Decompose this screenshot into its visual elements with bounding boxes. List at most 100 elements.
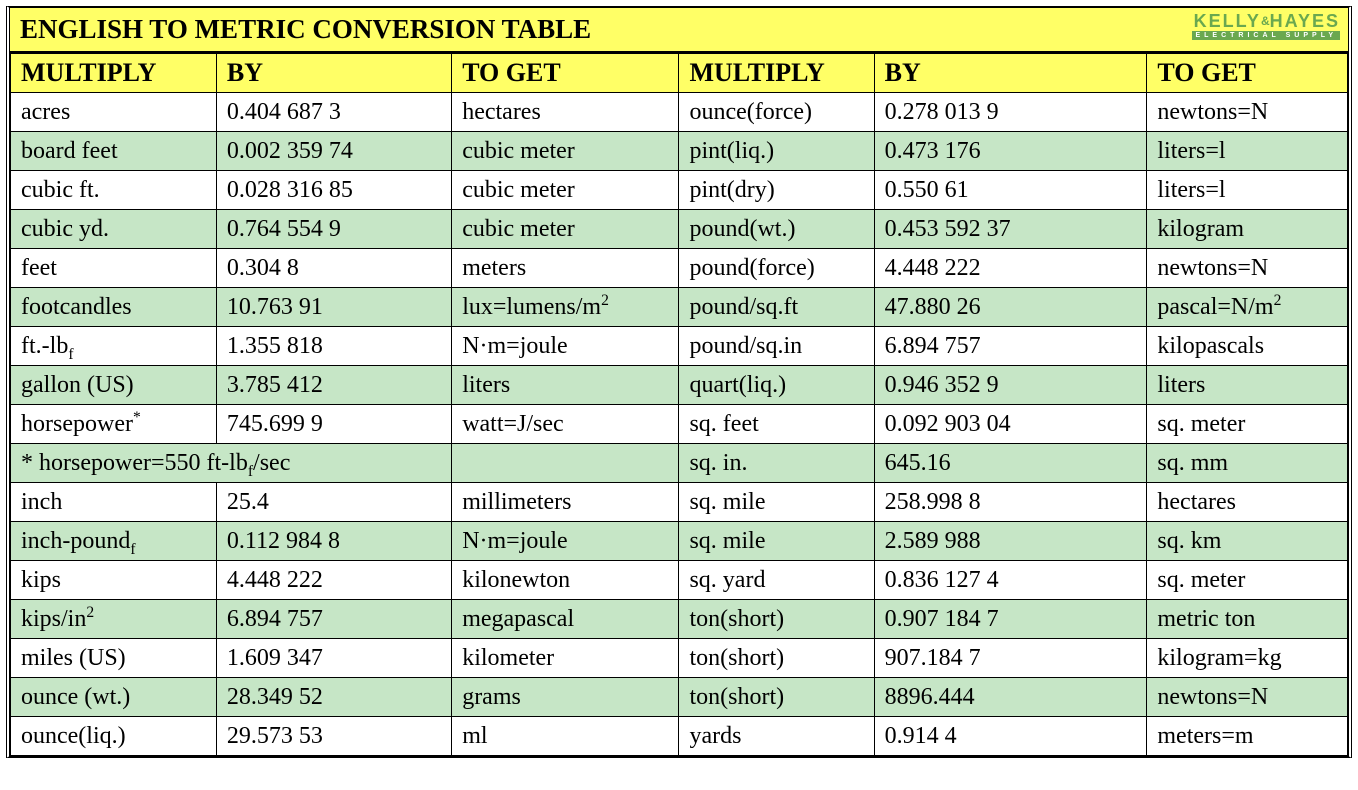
table-row: feet0.304 8meterspound(force)4.448 222ne… xyxy=(11,249,1348,288)
table-cell: 1.609 347 xyxy=(216,639,451,678)
table-cell: kilometer xyxy=(452,639,679,678)
table-cell: cubic meter xyxy=(452,210,679,249)
table-cell: sq. km xyxy=(1147,522,1348,561)
table-cell: sq. in. xyxy=(679,444,874,483)
table-cell: megapascal xyxy=(452,600,679,639)
table-row: board feet0.002 359 74cubic meterpint(li… xyxy=(11,132,1348,171)
table-cell: 3.785 412 xyxy=(216,366,451,405)
table-row: inch-poundf0.112 984 8N·m=joulesq. mile2… xyxy=(11,522,1348,561)
table-cell: 258.998 8 xyxy=(874,483,1147,522)
table-cell: cubic ft. xyxy=(11,171,217,210)
table-cell: metric ton xyxy=(1147,600,1348,639)
table-cell: kilogram=kg xyxy=(1147,639,1348,678)
table-row: cubic ft.0.028 316 85cubic meterpint(dry… xyxy=(11,171,1348,210)
table-cell: 0.914 4 xyxy=(874,717,1147,756)
table-cell: 0.112 984 8 xyxy=(216,522,451,561)
table-cell: ml xyxy=(452,717,679,756)
table-cell: 645.16 xyxy=(874,444,1147,483)
conversion-table: MULTIPLYBY TO GETMULTIPLY BY TO GET acre… xyxy=(10,53,1348,756)
table-cell: kilopascals xyxy=(1147,327,1348,366)
table-cell: watt=J/sec xyxy=(452,405,679,444)
table-cell: inch xyxy=(11,483,217,522)
table-cell: hectares xyxy=(1147,483,1348,522)
table-body: acres0.404 687 3hectaresounce(force)0.27… xyxy=(11,93,1348,756)
column-header: BY xyxy=(874,54,1147,93)
table-cell: 25.4 xyxy=(216,483,451,522)
table-cell: sq. yard xyxy=(679,561,874,600)
table-row: ounce(liq.)29.573 53mlyards0.914 4meters… xyxy=(11,717,1348,756)
table-cell: sq. feet xyxy=(679,405,874,444)
table-cell: acres xyxy=(11,93,217,132)
table-cell: 0.453 592 37 xyxy=(874,210,1147,249)
table-cell xyxy=(452,444,679,483)
table-row: acres0.404 687 3hectaresounce(force)0.27… xyxy=(11,93,1348,132)
table-cell: footcandles xyxy=(11,288,217,327)
column-header: MULTIPLY xyxy=(11,54,217,93)
table-cell: kilonewton xyxy=(452,561,679,600)
table-title-row: ENGLISH TO METRIC CONVERSION TABLE KELLY… xyxy=(10,8,1348,53)
table-cell: 6.894 757 xyxy=(216,600,451,639)
table-cell: N·m=joule xyxy=(452,327,679,366)
table-cell: 745.699 9 xyxy=(216,405,451,444)
table-cell: ounce(force) xyxy=(679,93,874,132)
brand-name-b: HAYES xyxy=(1270,11,1340,31)
column-header: TO GET xyxy=(1147,54,1348,93)
table-cell: board feet xyxy=(11,132,217,171)
table-cell: 907.184 7 xyxy=(874,639,1147,678)
table-row: inch25.4millimeterssq. mile258.998 8hect… xyxy=(11,483,1348,522)
table-cell: 6.894 757 xyxy=(874,327,1147,366)
table-cell: kilogram xyxy=(1147,210,1348,249)
table-cell: kips xyxy=(11,561,217,600)
table-cell: cubic meter xyxy=(452,132,679,171)
table-row: miles (US)1.609 347kilometerton(short)90… xyxy=(11,639,1348,678)
table-title: ENGLISH TO METRIC CONVERSION TABLE xyxy=(20,14,591,44)
table-cell: liters=l xyxy=(1147,171,1348,210)
column-header: BY xyxy=(216,54,451,93)
brand-name-a: KELLY xyxy=(1194,11,1261,31)
table-row: kips/in26.894 757megapascalton(short)0.9… xyxy=(11,600,1348,639)
table-cell: pint(liq.) xyxy=(679,132,874,171)
header-row: MULTIPLYBY TO GETMULTIPLY BY TO GET xyxy=(11,54,1348,93)
table-cell: liters xyxy=(452,366,679,405)
table-cell: 0.028 316 85 xyxy=(216,171,451,210)
table-cell: pound/sq.in xyxy=(679,327,874,366)
table-cell: 0.836 127 4 xyxy=(874,561,1147,600)
conversion-table-container: ENGLISH TO METRIC CONVERSION TABLE KELLY… xyxy=(6,6,1352,758)
table-cell: newtons=N xyxy=(1147,678,1348,717)
table-cell: newtons=N xyxy=(1147,93,1348,132)
table-cell: sq. mile xyxy=(679,483,874,522)
table-row: cubic yd.0.764 554 9cubic meterpound(wt.… xyxy=(11,210,1348,249)
table-cell: 0.002 359 74 xyxy=(216,132,451,171)
table-cell: miles (US) xyxy=(11,639,217,678)
table-cell: 0.946 352 9 xyxy=(874,366,1147,405)
table-cell: gallon (US) xyxy=(11,366,217,405)
table-cell: pound(force) xyxy=(679,249,874,288)
table-cell: cubic yd. xyxy=(11,210,217,249)
table-cell: 28.349 52 xyxy=(216,678,451,717)
table-cell: 8896.444 xyxy=(874,678,1147,717)
table-cell: sq. meter xyxy=(1147,561,1348,600)
column-header: TO GET xyxy=(452,54,679,93)
table-cell: ounce(liq.) xyxy=(11,717,217,756)
table-cell: ton(short) xyxy=(679,600,874,639)
table-row: horsepower*745.699 9watt=J/secsq. feet0.… xyxy=(11,405,1348,444)
table-cell: liters=l xyxy=(1147,132,1348,171)
table-row: kips4.448 222kilonewtonsq. yard0.836 127… xyxy=(11,561,1348,600)
table-row: ft.-lbf1.355 818N·m=joulepound/sq.in6.89… xyxy=(11,327,1348,366)
table-cell: pint(dry) xyxy=(679,171,874,210)
table-cell: grams xyxy=(452,678,679,717)
table-cell: lux=lumens/m2 xyxy=(452,288,679,327)
table-cell: 0.550 61 xyxy=(874,171,1147,210)
table-cell: millimeters xyxy=(452,483,679,522)
brand-logo: KELLY&HAYES ELECTRICAL SUPPLY xyxy=(1192,12,1340,40)
table-cell: meters xyxy=(452,249,679,288)
table-cell: 4.448 222 xyxy=(216,561,451,600)
table-cell: horsepower* xyxy=(11,405,217,444)
table-row: ounce (wt.)28.349 52gramston(short)8896.… xyxy=(11,678,1348,717)
table-cell: hectares xyxy=(452,93,679,132)
table-cell: inch-poundf xyxy=(11,522,217,561)
table-cell: 2.589 988 xyxy=(874,522,1147,561)
brand-ampersand: & xyxy=(1261,14,1270,28)
table-row: gallon (US)3.785 412litersquart(liq.)0.9… xyxy=(11,366,1348,405)
brand-subtitle: ELECTRICAL SUPPLY xyxy=(1192,31,1340,40)
